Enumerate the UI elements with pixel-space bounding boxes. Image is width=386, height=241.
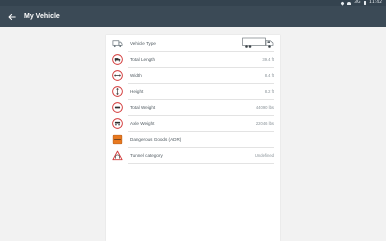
axle-weight-sign-icon — [112, 118, 123, 129]
row-total-weight[interactable]: Total Weight 44090 lbs — [106, 99, 280, 115]
height-sign-icon — [112, 86, 123, 97]
tunnel-warning-icon — [112, 150, 123, 161]
dangerous-goods-icon — [112, 134, 123, 145]
wifi-icon — [347, 1, 352, 5]
truck-illustration-icon — [242, 37, 274, 48]
weight-sign-icon — [112, 102, 123, 113]
vehicle-settings-card: Vehicle Type Total Length 39.4 ft Width … — [106, 35, 280, 241]
length-sign-icon — [112, 54, 123, 65]
location-icon — [340, 0, 345, 6]
row-value: Undefined — [254, 152, 274, 158]
truck-type-icon — [112, 40, 123, 48]
row-width[interactable]: Width 8.4 ft — [106, 67, 280, 83]
row-label: Total Weight — [130, 104, 156, 110]
back-button[interactable] — [0, 6, 24, 27]
row-total-length[interactable]: Total Length 39.4 ft — [106, 51, 280, 67]
row-tunnel-category[interactable]: Tunnel category Undefined — [106, 147, 280, 163]
row-label: Width — [130, 72, 142, 78]
row-value: 8.2 ft — [264, 88, 274, 94]
width-sign-icon — [112, 70, 123, 81]
row-label: Vehicle Type — [130, 40, 156, 46]
row-label: Tunnel category — [130, 152, 163, 158]
row-label: Total Length — [130, 56, 156, 62]
row-label: Axle Weight — [130, 120, 155, 126]
row-axle-weight[interactable]: Axle Weight 22046 lbs — [106, 115, 280, 131]
row-value: 8.4 ft — [264, 72, 274, 78]
row-value: 44090 lbs — [255, 104, 274, 110]
row-value: 39.4 ft — [262, 56, 274, 62]
row-divider — [128, 162, 274, 163]
row-value: 22046 lbs — [255, 120, 274, 126]
arrow-left-icon — [8, 13, 16, 20]
app-bar: My Vehicle — [0, 6, 386, 27]
row-height[interactable]: Height 8.2 ft — [106, 83, 280, 99]
battery-icon — [363, 1, 367, 5]
row-vehicle-type[interactable]: Vehicle Type — [106, 35, 280, 51]
row-dangerous-goods[interactable]: Dangerous Goods (ADR) — [106, 131, 280, 147]
page-title: My Vehicle — [24, 13, 60, 20]
row-label: Dangerous Goods (ADR) — [130, 136, 182, 142]
row-label: Height — [130, 88, 144, 94]
